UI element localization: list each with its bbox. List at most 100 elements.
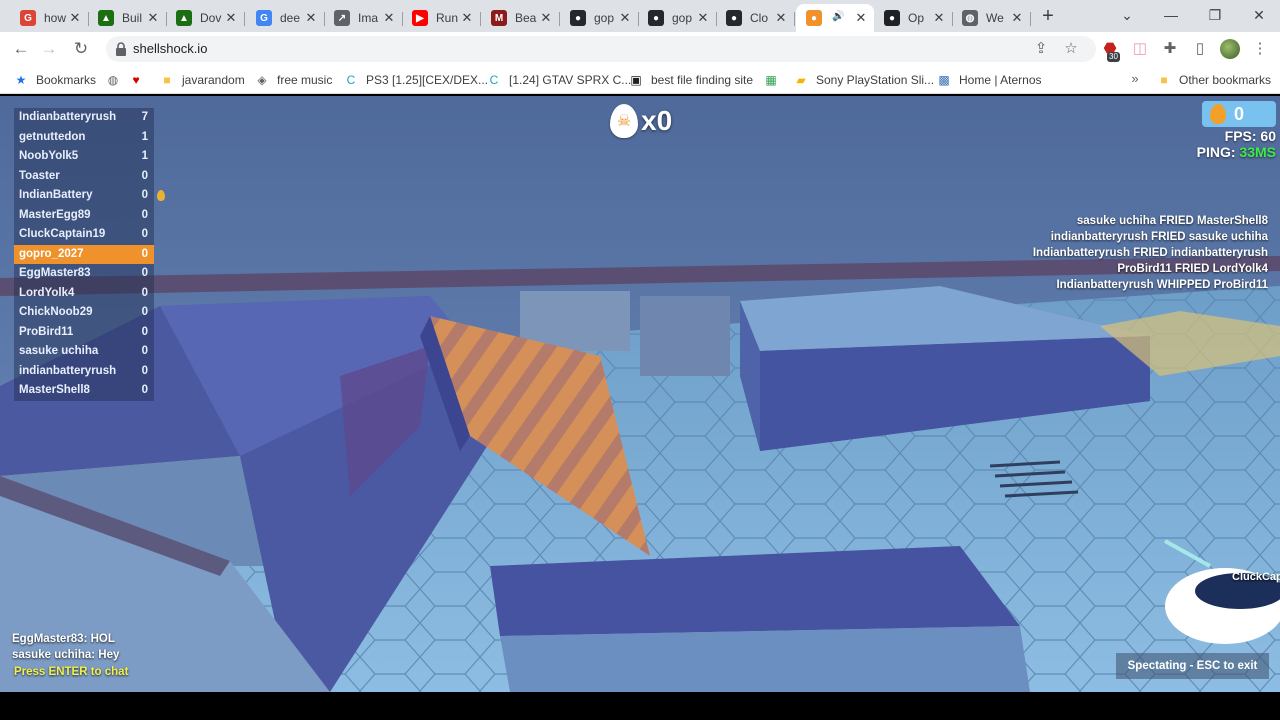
- browser-tab[interactable]: ◍ We ✕: [952, 4, 1031, 32]
- bookmark-label: PS3 [1.25][CEX/DEX...: [366, 73, 489, 87]
- player-score: 1: [141, 130, 148, 143]
- browser-tab[interactable]: ● Clo ✕: [716, 4, 795, 32]
- speaker-icon[interactable]: 🔊: [832, 11, 844, 22]
- bookmark-item[interactable]: C [1.24] GTAV SPRX C...: [487, 71, 632, 89]
- killfeed-entry: Indianbatteryrush WHIPPED ProBird11: [1056, 279, 1268, 291]
- tab-close-icon[interactable]: ✕: [224, 11, 238, 25]
- bookmark-item[interactable]: ★ Bookmarks: [14, 71, 96, 89]
- app-icon: ▦: [765, 73, 777, 87]
- browser-tab[interactable]: ▶ Run ✕: [402, 4, 481, 32]
- new-tab-button[interactable]: +: [1038, 6, 1058, 26]
- scoreboard-row: sasuke uchiha 0: [14, 342, 154, 362]
- maximize-button[interactable]: ❐: [1194, 0, 1236, 30]
- fps-label: FPS:: [1224, 128, 1257, 144]
- puzzle-icon[interactable]: ✚: [1160, 39, 1180, 59]
- player-name: indianbatteryrush: [19, 364, 117, 377]
- bookmark-item[interactable]: ◍: [106, 71, 128, 89]
- bookmarks-bar: ★ Bookmarks ◍ ♥ ■ javarandom ◈ free music C PS3 […: [0, 66, 1280, 94]
- bookmark-item[interactable]: ■ javarandom: [160, 71, 244, 89]
- kill-feed: sasuke uchiha FRIED MasterShell8 indianba…: [1033, 213, 1268, 293]
- scoreboard-row: IndianBattery 0: [14, 186, 154, 206]
- extension-icon-2[interactable]: ◫: [1130, 39, 1150, 59]
- bookmark-item[interactable]: C PS3 [1.25][CEX/DEX...: [344, 71, 488, 89]
- bookmark-label: Home | Aternos: [959, 73, 1042, 87]
- tab-title: Run: [436, 11, 458, 25]
- bookmark-star-icon[interactable]: ☆: [1062, 40, 1080, 58]
- scoreboard: Indianbatteryrush 7 getnuttedon 1 NoobYolk5 1…: [14, 108, 154, 401]
- bookmark-item[interactable]: ♥: [129, 71, 151, 89]
- folder-icon: ■: [1160, 73, 1168, 87]
- browser-tab[interactable]: Ghow ✕: [10, 4, 89, 32]
- tab-close-icon[interactable]: ✕: [304, 11, 318, 25]
- tab-favicon-icon: ▲: [176, 10, 192, 26]
- tab-close-icon[interactable]: ✕: [618, 11, 632, 25]
- tab-close-icon[interactable]: ✕: [1010, 11, 1024, 25]
- player-name: IndianBattery: [19, 189, 93, 201]
- tab-title: Clo: [750, 11, 769, 25]
- avatar[interactable]: [1220, 39, 1240, 59]
- tab-search-icon[interactable]: ⌄: [1106, 0, 1148, 30]
- bookmark-item[interactable]: ◈ free music: [255, 71, 332, 89]
- browser-tab[interactable]: ▲ Buil ✕: [88, 4, 167, 32]
- tab-favicon-icon: ▲: [98, 10, 114, 26]
- player-name: NoobYolk5: [19, 150, 79, 162]
- browser-tab[interactable]: M Bea ✕: [481, 4, 560, 32]
- tab-favicon-icon: ▶: [412, 10, 428, 26]
- address-bar[interactable]: shellshock.io ⇪ ☆: [106, 36, 1096, 62]
- player-name: MasterEgg89: [19, 208, 91, 221]
- globe-icon: ◍: [107, 73, 119, 87]
- sidepanel-icon[interactable]: ▯: [1190, 39, 1210, 59]
- player-name: CluckCaptain19: [19, 228, 106, 240]
- tab-close-icon[interactable]: ✕: [460, 11, 474, 25]
- browser-tab[interactable]: Gdee ✕: [246, 4, 325, 32]
- bookmark-item[interactable]: ▰ Sony PlayStation Sli...: [794, 71, 934, 89]
- browser-tab[interactable]: ● gop ✕: [560, 4, 639, 32]
- scoreboard-row: CluckCaptain19 0: [14, 225, 154, 245]
- tab-close-icon[interactable]: ✕: [539, 11, 553, 25]
- reload-icon[interactable]: ↻: [70, 38, 92, 60]
- scoreboard-row: NoobYolk5 1: [14, 147, 154, 167]
- browser-tab[interactable]: ▲ Dov ✕: [166, 4, 245, 32]
- browser-tab[interactable]: ● 🔊 ✕: [796, 4, 874, 32]
- close-window-button[interactable]: ✕: [1238, 0, 1280, 30]
- spectating-banner[interactable]: Spectating - ESC to exit: [1116, 653, 1269, 679]
- tab-favicon-icon: ●: [884, 10, 900, 26]
- scoreboard-row: MasterShell8 0: [14, 381, 154, 401]
- kill-streak-counter: ☠ x0: [610, 103, 672, 139]
- tab-close-icon[interactable]: ✕: [68, 11, 82, 25]
- c-icon: C: [489, 73, 499, 87]
- share-icon[interactable]: ⇪: [1032, 40, 1050, 58]
- tab-favicon-icon: ●: [726, 10, 742, 26]
- chat-prompt[interactable]: Press ENTER to chat: [14, 666, 128, 678]
- scoreboard-row: gopro_2027 0: [14, 244, 154, 264]
- bookmark-item[interactable]: ■ Other bookmarks: [1157, 71, 1271, 89]
- back-arrow-icon[interactable]: ←: [10, 38, 32, 60]
- browser-tab[interactable]: ↗ Ima ✕: [324, 4, 403, 32]
- egg-marker-icon: [157, 190, 165, 201]
- bookmark-item[interactable]: ▦: [764, 71, 786, 89]
- bookmark-label: best file finding site: [651, 73, 754, 87]
- browser-toolbar: ← → ↻ shellshock.io ⇪ ☆ ⬣ 30 ◫ ✚ ▯ ⋮: [0, 32, 1280, 66]
- player-name: ProBird11: [19, 325, 74, 338]
- tab-favicon-icon: M: [491, 10, 507, 26]
- killfeed-entry: Indianbatteryrush FRIED indianbatteryrus…: [1032, 247, 1268, 259]
- tab-close-icon[interactable]: ✕: [382, 11, 396, 25]
- bookmark-item[interactable]: ▣ best file finding site: [629, 71, 753, 89]
- forward-arrow-icon[interactable]: →: [38, 38, 60, 60]
- tab-close-icon[interactable]: ✕: [774, 11, 788, 25]
- tab-close-icon[interactable]: ✕: [932, 11, 946, 25]
- game-viewport[interactable]: Indianbatteryrush 7 getnuttedon 1 NoobYolk5 1…: [0, 96, 1280, 692]
- browser-tab[interactable]: ● Op ✕: [874, 4, 953, 32]
- minimize-button[interactable]: —: [1150, 0, 1192, 30]
- tab-close-icon[interactable]: ✕: [854, 11, 868, 25]
- menu-dots-icon[interactable]: ⋮: [1250, 39, 1270, 59]
- egg-currency-badge: 0: [1202, 101, 1276, 127]
- more-bookmarks-icon[interactable]: »: [1124, 68, 1146, 90]
- tab-favicon-icon: G: [20, 10, 36, 26]
- bookmark-item[interactable]: ▩ Home | Aternos: [937, 71, 1042, 89]
- player-name: LordYolk4: [19, 286, 75, 299]
- player-nametag: CluckCap: [1232, 571, 1280, 583]
- browser-tab[interactable]: ● gop ✕: [638, 4, 717, 32]
- tab-close-icon[interactable]: ✕: [696, 11, 710, 25]
- tab-close-icon[interactable]: ✕: [146, 11, 160, 25]
